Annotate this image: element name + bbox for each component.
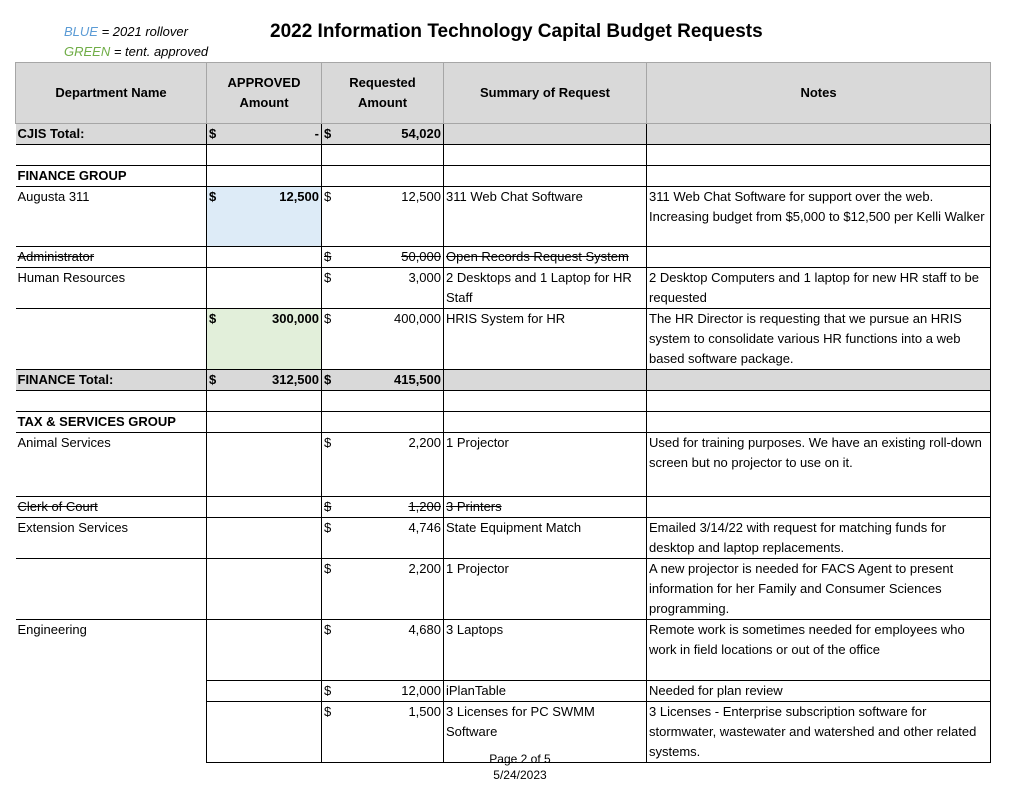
table-row: $300,000 $400,000 HRIS System for HR The… [15,308,991,370]
legend-green: GREEN = tent. approved [64,44,209,59]
header-department: Department Name [15,62,207,124]
table-row: Animal Services $2,200 1 Projector Used … [15,432,991,497]
header-approved: APPROVED Amount [206,62,322,124]
spacer-row [15,144,991,166]
budget-table: Department Name APPROVED Amount Requested… [15,62,991,763]
spacer-row [15,390,991,412]
finance-total-row: FINANCE Total: $312,500 $415,500 [15,369,991,391]
page-title: 2022 Information Technology Capital Budg… [270,21,763,42]
color-legend: BLUE = 2021 rollover GREEN = tent. appro… [64,22,208,62]
cjis-total-row: CJIS Total: $ - $54,020 [15,123,991,145]
table-row: Engineering $4,680 3 Laptops Remote work… [15,619,991,681]
group-header-tax-services: TAX & SERVICES GROUP [15,411,991,433]
print-date: 5/24/2023 [493,768,547,782]
group-header-finance: FINANCE GROUP [15,165,991,187]
table-row: $12,000 iPlanTable Needed for plan revie… [15,680,991,702]
table-row-struck: Clerk of Court $1,200 3 Printers [15,496,991,518]
table-row: $2,200 1 Projector A new projector is ne… [15,558,991,620]
header-requested: Requested Amount [321,62,444,124]
table-row: Augusta 311 $12,500 $12,500 311 Web Chat… [15,186,991,247]
table-row: Human Resources $3,000 2 Desktops and 1 … [15,267,991,309]
header-row: Department Name APPROVED Amount Requested… [15,62,991,124]
header-summary: Summary of Request [443,62,647,124]
table-row: Extension Services $4,746 State Equipmen… [15,517,991,559]
header-notes: Notes [646,62,991,124]
page-number: Page 2 of 5 [489,752,551,766]
legend-blue: BLUE = 2021 rollover [64,24,188,39]
table-row-struck: Administrator $50,000 Open Records Reque… [15,246,991,268]
